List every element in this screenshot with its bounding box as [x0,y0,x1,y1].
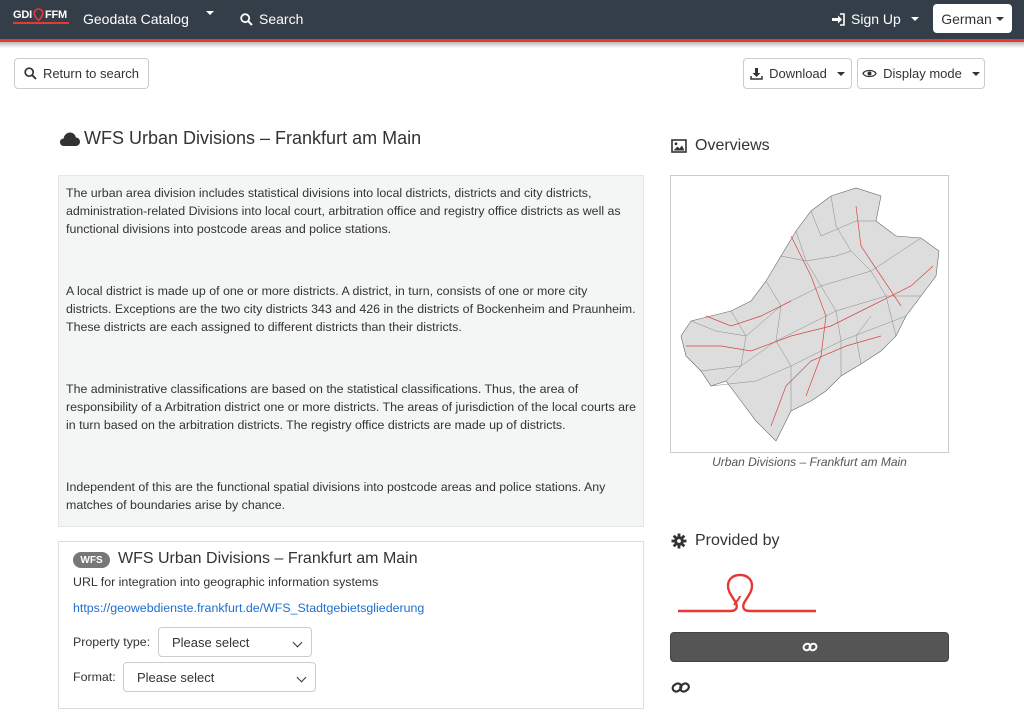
nav-sign-up-label: Sign Up [851,11,901,27]
chevron-down-icon [292,637,303,648]
nav-search[interactable]: Search [240,11,303,27]
display-mode-button[interactable]: Display mode [857,58,985,89]
catalog-dropdown-toggle[interactable] [202,11,214,15]
provider-link-button[interactable] [670,632,949,662]
description-paragraph: The administrative classifications are b… [66,382,636,432]
return-to-search-label: Return to search [42,66,140,81]
link-icon [802,642,817,652]
overview-map-thumbnail[interactable] [670,175,949,453]
logo-text-left: GDI [13,9,32,21]
provider-logo[interactable] [678,572,818,616]
nav-sign-up[interactable]: Sign Up [831,11,919,27]
gear-icon [671,533,687,549]
property-type-select[interactable]: Please select [158,627,312,657]
dataset-title-row: WFS Urban Divisions – Frankfurt am Main [59,128,421,149]
dataset-description: The urban area division includes statist… [58,175,644,527]
chevron-down-icon [971,71,980,76]
service-title: WFS Urban Divisions – Frankfurt am Main [118,550,418,567]
description-paragraph: A local district is made up of one or mo… [66,284,636,334]
service-type-badge: WFS [73,552,110,568]
download-button[interactable]: Download [743,58,852,89]
description-paragraph: The urban area division includes statist… [66,186,621,236]
pin-logo-icon [33,8,44,22]
cloud-icon [60,132,80,146]
map-caption: Urban Divisions – Frankfurt am Main [712,455,907,469]
provided-by-heading: Provided by [671,532,780,550]
link-icon[interactable] [671,679,691,697]
download-icon [750,68,763,80]
chevron-down-icon [910,17,919,21]
return-to-search-button[interactable]: Return to search [14,58,149,89]
property-type-value: Please select [172,634,250,650]
chevron-down-icon [296,672,307,683]
overviews-heading-label: Overviews [695,137,770,154]
search-icon [240,12,253,26]
logo-underline [13,22,69,24]
dataset-title: WFS Urban Divisions – Frankfurt am Main [84,128,422,148]
navbar-shadow [0,42,1024,48]
download-label: Download [769,66,827,81]
eye-icon [862,69,877,78]
display-mode-label: Display mode [883,66,962,81]
nav-catalog-label: Geodata Catalog [83,11,189,27]
chevron-down-icon [995,16,1004,21]
chevron-down-icon [836,71,845,76]
chevron-down-icon [206,11,214,15]
language-label: German [941,10,992,27]
property-type-label: Property type: [73,635,151,649]
nav-search-label: Search [259,11,304,27]
district-map-image [680,187,940,442]
description-paragraph: Independent of this are the functional s… [66,480,606,512]
search-icon [24,67,37,80]
provided-by-label: Provided by [695,532,780,549]
format-select[interactable]: Please select [123,662,316,692]
service-subtitle: URL for integration into geographic info… [73,575,379,589]
format-label: Format: [73,670,116,684]
service-panel: WFS WFS Urban Divisions – Frankfurt am M… [58,541,644,709]
format-value: Please select [137,669,215,685]
logo-text-right: FFM [44,9,67,21]
language-selector[interactable]: German [933,4,1012,33]
service-url-link[interactable]: https://geowebdienste.frankfurt.de/WFS_S… [73,601,424,615]
overviews-heading: Overviews [671,137,770,155]
nav-geodata-catalog[interactable]: Geodata Catalog [83,11,189,27]
sign-in-icon [832,12,845,26]
image-icon [671,139,687,153]
